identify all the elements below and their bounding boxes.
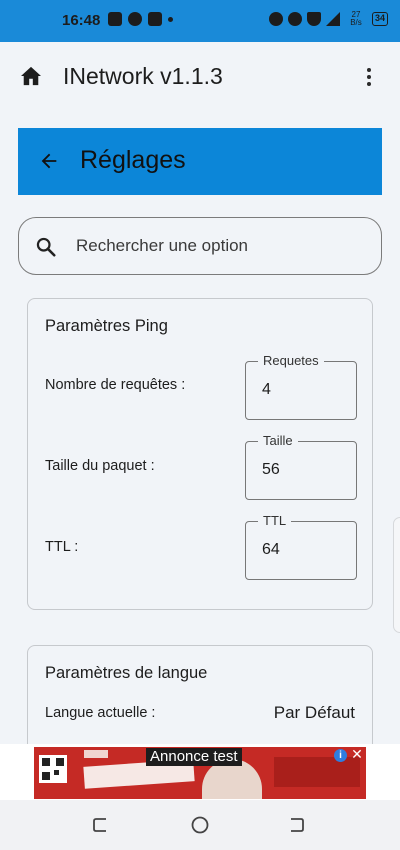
- ttl-field[interactable]: TTL: [245, 513, 357, 580]
- settings-header: Réglages: [18, 128, 382, 195]
- search-input[interactable]: [76, 230, 366, 262]
- facebook-icon: [148, 12, 162, 26]
- requests-field[interactable]: Requetes: [245, 353, 357, 420]
- packet-size-label: Taille du paquet :: [45, 458, 155, 474]
- system-icons: 27 B/s 34: [268, 11, 388, 27]
- more-dot: [367, 68, 371, 72]
- close-icon[interactable]: ✕: [350, 746, 364, 762]
- packet-size-field[interactable]: Taille: [245, 433, 357, 500]
- signal-icon: [325, 12, 340, 26]
- wifi-icon: [306, 12, 321, 26]
- language-settings-title: Paramètres de langue: [45, 664, 208, 682]
- ping-settings-title: Paramètres Ping: [45, 317, 168, 335]
- ttl-input[interactable]: [262, 538, 342, 562]
- system-nav-bar: [0, 800, 400, 850]
- more-vert-icon[interactable]: [357, 65, 381, 89]
- recents-button[interactable]: [92, 816, 110, 834]
- requests-field-label: Requetes: [258, 353, 324, 369]
- requests-input[interactable]: [262, 378, 342, 402]
- whatsapp-icon: [128, 12, 142, 26]
- notification-icons: [108, 12, 173, 26]
- current-language-label: Langue actuelle :: [45, 705, 156, 721]
- settings-content: Réglages Paramètres Ping Nombre de requê…: [0, 112, 400, 744]
- current-language-value[interactable]: Par Défaut: [274, 703, 355, 723]
- ttl-label: TTL :: [45, 539, 79, 555]
- ad-test-label: Annonce test: [146, 748, 242, 766]
- settings-title: Réglages: [80, 146, 186, 174]
- back-button[interactable]: [287, 816, 305, 834]
- home-icon[interactable]: [20, 66, 42, 86]
- hotspot-icon: [287, 12, 302, 26]
- info-icon[interactable]: i: [334, 749, 347, 762]
- ad-area: Annonce test i ✕: [0, 744, 400, 800]
- battery-icon: 34: [371, 12, 388, 26]
- more-dot: [367, 82, 371, 86]
- packet-size-field-label: Taille: [258, 433, 298, 449]
- network-speed-unit: B/s: [350, 18, 362, 27]
- ping-settings-card: Paramètres Ping Nombre de requêtes : Req…: [27, 298, 373, 610]
- search-box[interactable]: [18, 217, 382, 275]
- edge-panel-handle[interactable]: [393, 517, 400, 633]
- packet-size-input[interactable]: [262, 458, 342, 482]
- app-bar: INetwork v1.1.3: [0, 42, 400, 112]
- arrow-back-icon[interactable]: [38, 150, 60, 172]
- app-title: INetwork v1.1.3: [63, 63, 223, 89]
- more-notifications-dot-icon: [168, 16, 173, 22]
- ttl-field-label: TTL: [258, 513, 292, 529]
- status-time: 16:48: [62, 12, 101, 29]
- network-speed: 27 B/s: [345, 11, 367, 27]
- qr-code-image: [39, 755, 67, 783]
- more-dot: [367, 75, 371, 79]
- search-icon: [36, 237, 56, 257]
- ad-contact-block: [274, 757, 360, 787]
- language-settings-card: Paramètres de langue Langue actuelle : P…: [27, 645, 373, 744]
- status-bar: 16:48 27 B/s 34: [0, 0, 400, 42]
- game-controller-icon: [108, 12, 122, 26]
- ad-logo-image: [84, 750, 108, 758]
- alarm-icon: [268, 12, 283, 26]
- home-button[interactable]: [191, 816, 209, 834]
- requests-label: Nombre de requêtes :: [45, 377, 186, 393]
